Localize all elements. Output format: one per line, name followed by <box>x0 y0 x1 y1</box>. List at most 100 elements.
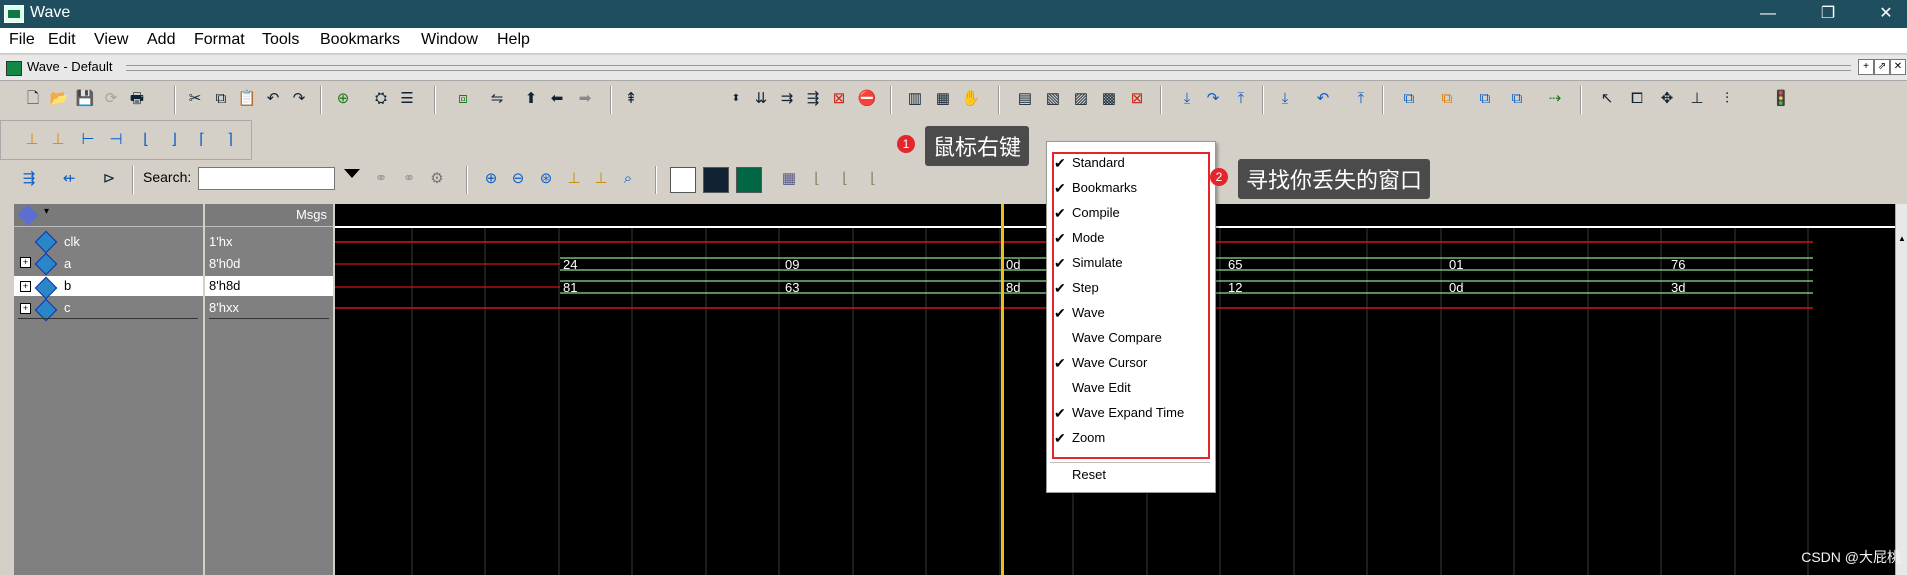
forward-arrow-icon[interactable]: ➡ <box>574 88 596 110</box>
step-over-icon[interactable]: ↷ <box>1202 88 1224 110</box>
search-next-icon[interactable]: ⚭ <box>398 168 420 190</box>
cursor-mode-icon[interactable]: ⫶ <box>1716 88 1738 110</box>
wave-style-2-icon[interactable] <box>703 167 729 193</box>
search-prev-icon[interactable]: ⚭ <box>370 168 392 190</box>
menu-item-bookmarks[interactable]: Bookmarks <box>1072 180 1137 195</box>
undock-button[interactable]: ⇗ <box>1874 59 1890 75</box>
search-input[interactable] <box>198 167 335 190</box>
bookmark-next-icon[interactable]: ⇢ <box>1544 88 1566 110</box>
wave-style-3-icon[interactable] <box>736 167 762 193</box>
grid-icon[interactable]: ▦ <box>778 168 800 190</box>
stop-icon[interactable]: ⛔ <box>856 88 878 110</box>
minimize-button[interactable]: — <box>1748 2 1788 26</box>
hierarchy-dropdown-icon[interactable]: ▾ <box>44 206 49 217</box>
find-signal-icon[interactable]: ⊳ <box>98 168 120 190</box>
menu-item-zoom[interactable]: Zoom <box>1072 430 1105 445</box>
menu-item-mode[interactable]: Mode <box>1072 230 1105 245</box>
cut-icon[interactable]: ✂ <box>184 88 206 110</box>
scroll-up-icon[interactable]: ▲ <box>1898 234 1906 243</box>
wave-log-icon[interactable]: ▩ <box>1098 88 1120 110</box>
wave-style-1-icon[interactable] <box>670 167 696 193</box>
menu-item-simulate[interactable]: Simulate <box>1072 255 1123 270</box>
edit-mode-icon[interactable]: ⊥ <box>1686 88 1708 110</box>
add-circle-icon[interactable]: ⊕ <box>332 88 354 110</box>
menu-item-wave-expand-time[interactable]: Wave Expand Time <box>1072 405 1184 420</box>
step-into-icon[interactable]: ⤓ <box>1176 88 1198 110</box>
signal-height-icon[interactable]: ⌊ <box>806 168 828 190</box>
redo-icon[interactable]: ↷ <box>288 88 310 110</box>
maximize-button[interactable]: ❐ <box>1808 2 1848 26</box>
expand-a-icon[interactable]: + <box>20 257 31 268</box>
signal-format-icon[interactable]: ⌊ <box>862 168 884 190</box>
select-pointer-icon[interactable]: ↖ <box>1596 88 1618 110</box>
locals-icon[interactable]: ▨ <box>1070 88 1092 110</box>
menu-item-wave-edit[interactable]: Wave Edit <box>1072 380 1131 395</box>
open-folder-icon[interactable]: 📂 <box>48 88 70 110</box>
break-icon[interactable]: ⊠ <box>828 88 850 110</box>
signal-name-clk[interactable]: clk <box>64 234 80 249</box>
close-button[interactable]: ✕ <box>1866 2 1906 26</box>
signal-name-c[interactable]: c <box>64 300 71 315</box>
paste-icon[interactable]: 📋 <box>236 88 258 110</box>
menu-item-step[interactable]: Step <box>1072 280 1099 295</box>
zoom-between-icon[interactable]: ⊥ <box>590 168 612 190</box>
continue-icon[interactable]: ⇉ <box>776 88 798 110</box>
menu-item-compile[interactable]: Compile <box>1072 205 1120 220</box>
cursor-first-icon[interactable]: ⊥ <box>21 129 43 151</box>
step-out-icon[interactable]: ⤒ <box>1230 88 1252 110</box>
expand-group-icon[interactable]: ⇶ <box>18 168 40 190</box>
dock-grip[interactable] <box>126 65 1851 71</box>
pan-mode-icon[interactable]: ✥ <box>1656 88 1678 110</box>
bookmark-edit-icon[interactable]: ⧉ <box>1436 88 1458 110</box>
step-menu-icon[interactable]: ⇋ <box>486 88 508 110</box>
signal-spacing-icon[interactable]: ⌊ <box>834 168 856 190</box>
cursor-prev-icon[interactable]: ⊥ <box>47 129 69 151</box>
menu-window[interactable]: Window <box>421 31 478 49</box>
signal-name-a[interactable]: a <box>64 256 71 271</box>
rise-prev-icon[interactable]: ⌊ <box>135 129 157 151</box>
search-dropdown-icon[interactable] <box>344 169 360 178</box>
run-all-icon[interactable]: ⇶ <box>802 88 824 110</box>
save-icon[interactable]: 💾 <box>74 88 96 110</box>
bookmark-add-icon[interactable]: ⧉ <box>1398 88 1420 110</box>
format-list-icon[interactable]: ☰ <box>396 88 418 110</box>
fall-prev-icon[interactable]: ⌈ <box>191 129 213 151</box>
menu-format[interactable]: Format <box>194 31 245 49</box>
zoom-in-icon[interactable]: ⊕ <box>480 168 502 190</box>
back-arrow-icon[interactable]: ⬅ <box>546 88 568 110</box>
menu-view[interactable]: View <box>94 31 128 49</box>
objects-icon[interactable]: ▧ <box>1042 88 1064 110</box>
up-arrow-icon[interactable]: ⬆ <box>520 88 542 110</box>
new-file-icon[interactable]: 🗋 <box>22 88 44 110</box>
run-length-icon[interactable]: ⇞ <box>620 88 642 110</box>
zoom-mode-icon[interactable]: ⧠ <box>1626 88 1648 110</box>
remove-log-icon[interactable]: ⊠ <box>1126 88 1148 110</box>
compile-icon[interactable]: ⧈ <box>452 88 474 110</box>
memory-icon[interactable]: ▦ <box>932 88 954 110</box>
menu-item-standard[interactable]: Standard <box>1072 155 1125 170</box>
fall-next-icon[interactable]: ⌉ <box>219 129 241 151</box>
dataflow-icon[interactable]: ▥ <box>904 88 926 110</box>
menu-item-wave-cursor[interactable]: Wave Cursor <box>1072 355 1147 370</box>
menu-item-reset[interactable]: Reset <box>1072 467 1106 482</box>
step-back-into-icon[interactable]: ⤓ <box>1274 88 1296 110</box>
menu-bookmarks[interactable]: Bookmarks <box>320 31 400 49</box>
menu-item-wave[interactable]: Wave <box>1072 305 1105 320</box>
menu-file[interactable]: File <box>9 31 35 49</box>
search-options-icon[interactable]: ⚙ <box>426 168 448 190</box>
print-icon[interactable]: 🖶 <box>126 88 148 110</box>
menu-item-wave-compare[interactable]: Wave Compare <box>1072 330 1162 345</box>
menu-add[interactable]: Add <box>147 31 175 49</box>
collapse-group-icon[interactable]: ⇷ <box>58 168 80 190</box>
traffic-light-icon[interactable]: 🚦 <box>1770 88 1792 110</box>
expand-b-icon[interactable]: + <box>20 281 31 292</box>
step-back-out-icon[interactable]: ⤒ <box>1350 88 1372 110</box>
time-spinner-icon[interactable]: ⬍ <box>725 88 747 110</box>
menu-help[interactable]: Help <box>497 31 530 49</box>
expand-c-icon[interactable]: + <box>20 303 31 314</box>
run-icon[interactable]: ⇊ <box>750 88 772 110</box>
undo-icon[interactable]: ↶ <box>262 88 284 110</box>
edge-prev-icon[interactable]: ⊢ <box>77 129 99 151</box>
dock-button[interactable]: + <box>1858 59 1874 75</box>
bookmark-menu-icon[interactable]: ⧉ <box>1506 88 1528 110</box>
